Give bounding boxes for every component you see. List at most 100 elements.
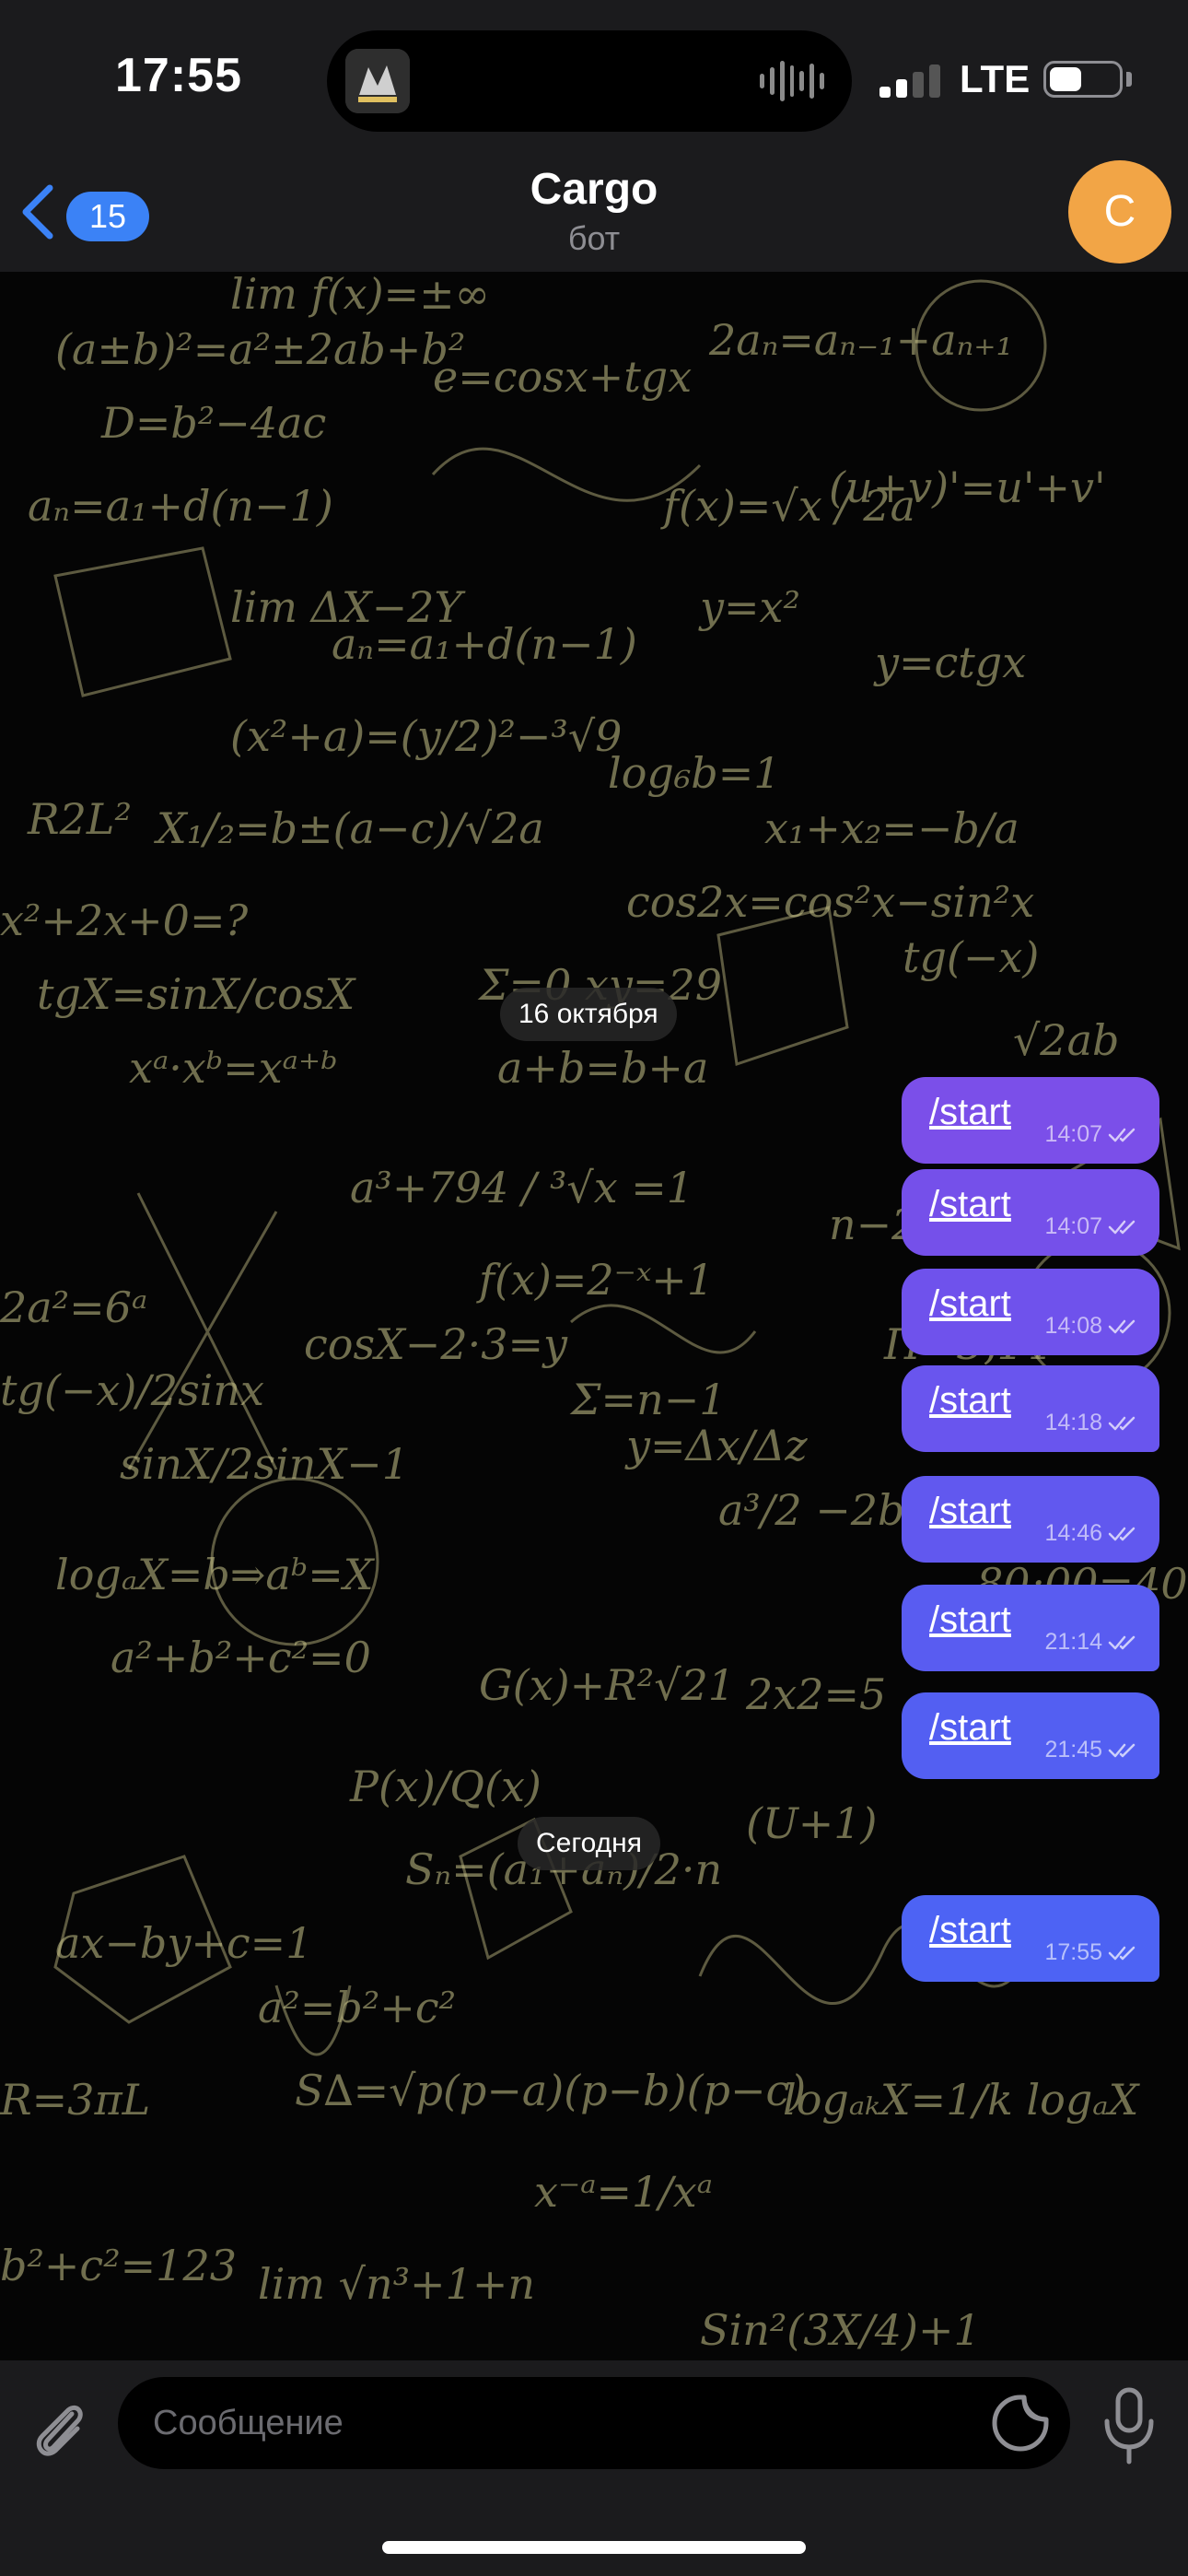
battery-level <box>1050 67 1081 91</box>
paperclip-icon[interactable] <box>24 2394 98 2467</box>
message-meta: 17:55 <box>1044 1939 1139 1966</box>
message-time: 14:08 <box>1044 1313 1102 1339</box>
battery-cap <box>1126 72 1132 87</box>
svg-text:log₆b=1: log₆b=1 <box>608 748 781 798</box>
svg-text:Sin²(3X/4)+1: Sin²(3X/4)+1 <box>700 2305 981 2355</box>
message-time: 17:55 <box>1044 1939 1102 1965</box>
message-meta: 21:14 <box>1044 1629 1139 1656</box>
message-time: 14:07 <box>1044 1121 1102 1147</box>
svg-text:a+b=b+a: a+b=b+a <box>497 1043 708 1093</box>
message-meta: 14:08 <box>1044 1313 1139 1340</box>
outgoing-message[interactable]: /start 14:46 <box>902 1476 1159 1563</box>
date-separator: Сегодня <box>518 1817 660 1870</box>
message-time: 21:45 <box>1044 1737 1102 1762</box>
status-time: 17:55 <box>115 49 242 102</box>
message-time: 14:18 <box>1044 1410 1102 1435</box>
svg-text:R2L²: R2L² <box>27 794 132 844</box>
audio-wave-icon <box>760 58 825 104</box>
dynamic-island[interactable] <box>327 30 852 132</box>
svg-text:logₐX=b⇒aᵇ=X: logₐX=b⇒aᵇ=X <box>55 1550 376 1599</box>
command-link[interactable]: /start <box>929 1707 1011 1749</box>
outgoing-message[interactable]: /start 14:18 <box>902 1365 1159 1452</box>
outgoing-message[interactable]: /start 21:45 <box>902 1692 1159 1779</box>
svg-text:2x2=5: 2x2=5 <box>745 1669 886 1719</box>
outgoing-message[interactable]: /start 14:07 <box>902 1169 1159 1256</box>
double-check-icon <box>1108 1946 1136 1960</box>
svg-text:R=3πL: R=3πL <box>0 2075 150 2125</box>
date-separator: 16 октября <box>500 988 677 1041</box>
svg-text:a²+b²+c²=0: a²+b²+c²=0 <box>111 1633 371 1682</box>
message-meta: 14:07 <box>1044 1213 1139 1240</box>
double-check-icon <box>1108 1220 1136 1234</box>
command-link[interactable]: /start <box>929 1380 1011 1422</box>
message-meta: 21:45 <box>1044 1737 1139 1763</box>
command-link[interactable]: /start <box>929 1599 1011 1641</box>
double-check-icon <box>1108 1416 1136 1430</box>
svg-text:lim f(x)=±∞: lim f(x)=±∞ <box>230 272 490 319</box>
svg-text:a³+794 / ³√x =1: a³+794 / ³√x =1 <box>350 1163 693 1212</box>
message-time: 14:46 <box>1044 1520 1102 1546</box>
message-input[interactable] <box>118 2377 1070 2469</box>
microphone-icon[interactable] <box>1096 2384 1162 2467</box>
svg-text:aₙ=a₁+d(n−1): aₙ=a₁+d(n−1) <box>28 481 333 531</box>
outgoing-message[interactable]: /start 21:14 <box>902 1585 1159 1671</box>
sticker-icon[interactable] <box>989 2392 1052 2454</box>
command-link[interactable]: /start <box>929 1184 1011 1225</box>
message-time: 14:07 <box>1044 1213 1102 1239</box>
svg-text:a²=b²+c²: a²=b²+c² <box>258 1983 456 2032</box>
battery-icon <box>1043 61 1123 98</box>
network-type: LTE <box>960 57 1031 100</box>
command-link[interactable]: /start <box>929 1092 1011 1133</box>
message-time: 21:14 <box>1044 1629 1102 1655</box>
svg-text:D=b²−4ac: D=b²−4ac <box>100 398 326 448</box>
svg-text:aₙ=a₁+d(n−1): aₙ=a₁+d(n−1) <box>332 619 637 669</box>
svg-text:tgX=sinX/cosX: tgX=sinX/cosX <box>37 969 356 1019</box>
svg-text:x²+2x+0=?: x²+2x+0=? <box>0 896 248 945</box>
chat-title[interactable]: Cargo <box>0 164 1188 215</box>
double-check-icon <box>1108 1743 1136 1757</box>
double-check-icon <box>1108 1527 1136 1540</box>
double-check-icon <box>1108 1128 1136 1142</box>
home-indicator[interactable] <box>382 2541 806 2554</box>
svg-text:X₁/₂=b±(a−c)/√2a: X₁/₂=b±(a−c)/√2a <box>154 803 544 853</box>
command-link[interactable]: /start <box>929 1491 1011 1532</box>
svg-text:(a±b)²=a²±2ab+b²: (a±b)²=a²±2ab+b² <box>55 324 465 374</box>
svg-text:2a²=6ᵃ: 2a²=6ᵃ <box>0 1282 147 1332</box>
svg-text:√2ab: √2ab <box>1013 1015 1119 1065</box>
double-check-icon <box>1108 1635 1136 1649</box>
chat-area[interactable]: (a±b)²=a²±2ab+b² e=cosx+tgx 2aₙ=aₙ₋₁+aₙ₊… <box>0 272 1188 2360</box>
svg-text:xᵃ·xᵇ=xᵃ⁺ᵇ: xᵃ·xᵇ=xᵃ⁺ᵇ <box>129 1043 338 1093</box>
svg-text:Σ=n−1: Σ=n−1 <box>569 1375 727 1424</box>
outgoing-message[interactable]: /start 17:55 <box>902 1895 1159 1982</box>
svg-text:y=x²: y=x² <box>698 582 800 632</box>
svg-text:f(x)=2⁻ˣ+1: f(x)=2⁻ˣ+1 <box>476 1255 714 1305</box>
message-meta: 14:46 <box>1044 1520 1139 1547</box>
svg-text:(U+1): (U+1) <box>746 1798 877 1848</box>
svg-text:S∆=√p(p−a)(p−b)(p−c): S∆=√p(p−a)(p−b)(p−c) <box>295 2066 806 2115</box>
avatar[interactable]: C <box>1068 160 1171 263</box>
svg-text:e=cosx+tgx: e=cosx+tgx <box>433 352 692 402</box>
composer-bar <box>0 2360 1188 2576</box>
now-playing-artwork-icon <box>345 49 410 113</box>
outgoing-message[interactable]: /start 14:08 <box>902 1269 1159 1355</box>
svg-text:lim √n³+1+n: lim √n³+1+n <box>258 2259 535 2309</box>
svg-text:ax−by+c=1: ax−by+c=1 <box>55 1918 312 1968</box>
svg-text:(x²+a)=(y/2)²−³√9: (x²+a)=(y/2)²−³√9 <box>230 711 622 761</box>
cellular-signal-icon <box>879 63 944 98</box>
svg-text:P(x)/Q(x): P(x)/Q(x) <box>349 1762 542 1811</box>
svg-text:x₁+x₂=−b/a: x₁+x₂=−b/a <box>764 803 1019 853</box>
svg-text:tg(−x): tg(−x) <box>903 932 1039 982</box>
command-link[interactable]: /start <box>929 1283 1011 1325</box>
status-bar: 17:55 LTE <box>0 0 1188 157</box>
svg-text:logₐₖX=1/k logₐX: logₐₖX=1/k logₐX <box>783 2075 1141 2125</box>
svg-text:2aₙ=aₙ₋₁+aₙ₊₁: 2aₙ=aₙ₋₁+aₙ₊₁ <box>708 315 1013 365</box>
message-meta: 14:07 <box>1044 1121 1139 1148</box>
double-check-icon <box>1108 1319 1136 1333</box>
command-link[interactable]: /start <box>929 1910 1011 1951</box>
svg-text:y=ctgx: y=ctgx <box>873 638 1026 687</box>
outgoing-message[interactable]: /start 14:07 <box>902 1077 1159 1164</box>
svg-text:cosX−2·3=y: cosX−2·3=y <box>304 1319 568 1369</box>
svg-text:(u+v)'=u'+v': (u+v)'=u'+v' <box>829 463 1106 512</box>
svg-text:x⁻ᵃ=1/xᵃ: x⁻ᵃ=1/xᵃ <box>534 2167 713 2217</box>
svg-text:b²+c²=123: b²+c²=123 <box>0 2241 237 2290</box>
